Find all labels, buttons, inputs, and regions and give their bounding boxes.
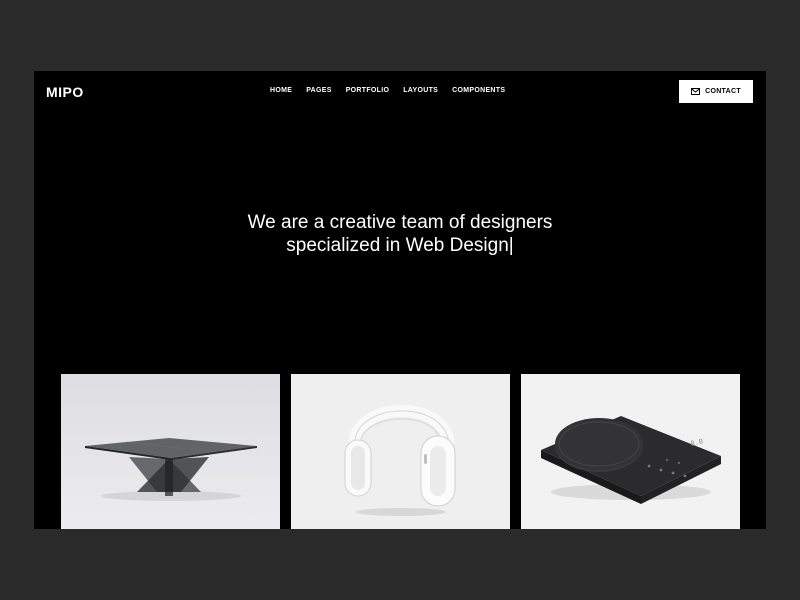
portfolio-grid: 0.0 — [61, 374, 740, 529]
nav-item-pages[interactable]: PAGES — [306, 87, 332, 94]
hero-heading: We are a creative team of designers spec… — [34, 211, 766, 257]
portfolio-card-scale[interactable]: 0.0 — [521, 374, 740, 529]
glass-coffee-table-image — [61, 374, 280, 529]
portfolio-card-table[interactable] — [61, 374, 280, 529]
nav-item-portfolio[interactable]: PORTFOLIO — [346, 87, 390, 94]
contact-button[interactable]: CONTACT — [679, 80, 753, 103]
hero-line-2: specialized in Web Design| — [286, 235, 514, 256]
white-headphones-image — [291, 374, 510, 529]
black-kitchen-scale-image: 0.0 — [521, 374, 740, 529]
nav-item-components[interactable]: COMPONENTS — [452, 87, 505, 94]
site-logo[interactable]: MIPO — [46, 84, 84, 100]
envelope-icon — [691, 88, 701, 95]
nav-item-home[interactable]: HOME — [270, 87, 292, 94]
contact-button-label: CONTACT — [705, 88, 741, 95]
browser-frame: MIPO HOME PAGES PORTFOLIO LAYOUTS COMPON… — [34, 71, 766, 529]
portfolio-card-headphones[interactable] — [291, 374, 510, 529]
main-nav: HOME PAGES PORTFOLIO LAYOUTS COMPONENTS — [270, 87, 505, 94]
nav-item-layouts[interactable]: LAYOUTS — [403, 87, 438, 94]
hero-line-1: We are a creative team of designers — [247, 212, 553, 233]
